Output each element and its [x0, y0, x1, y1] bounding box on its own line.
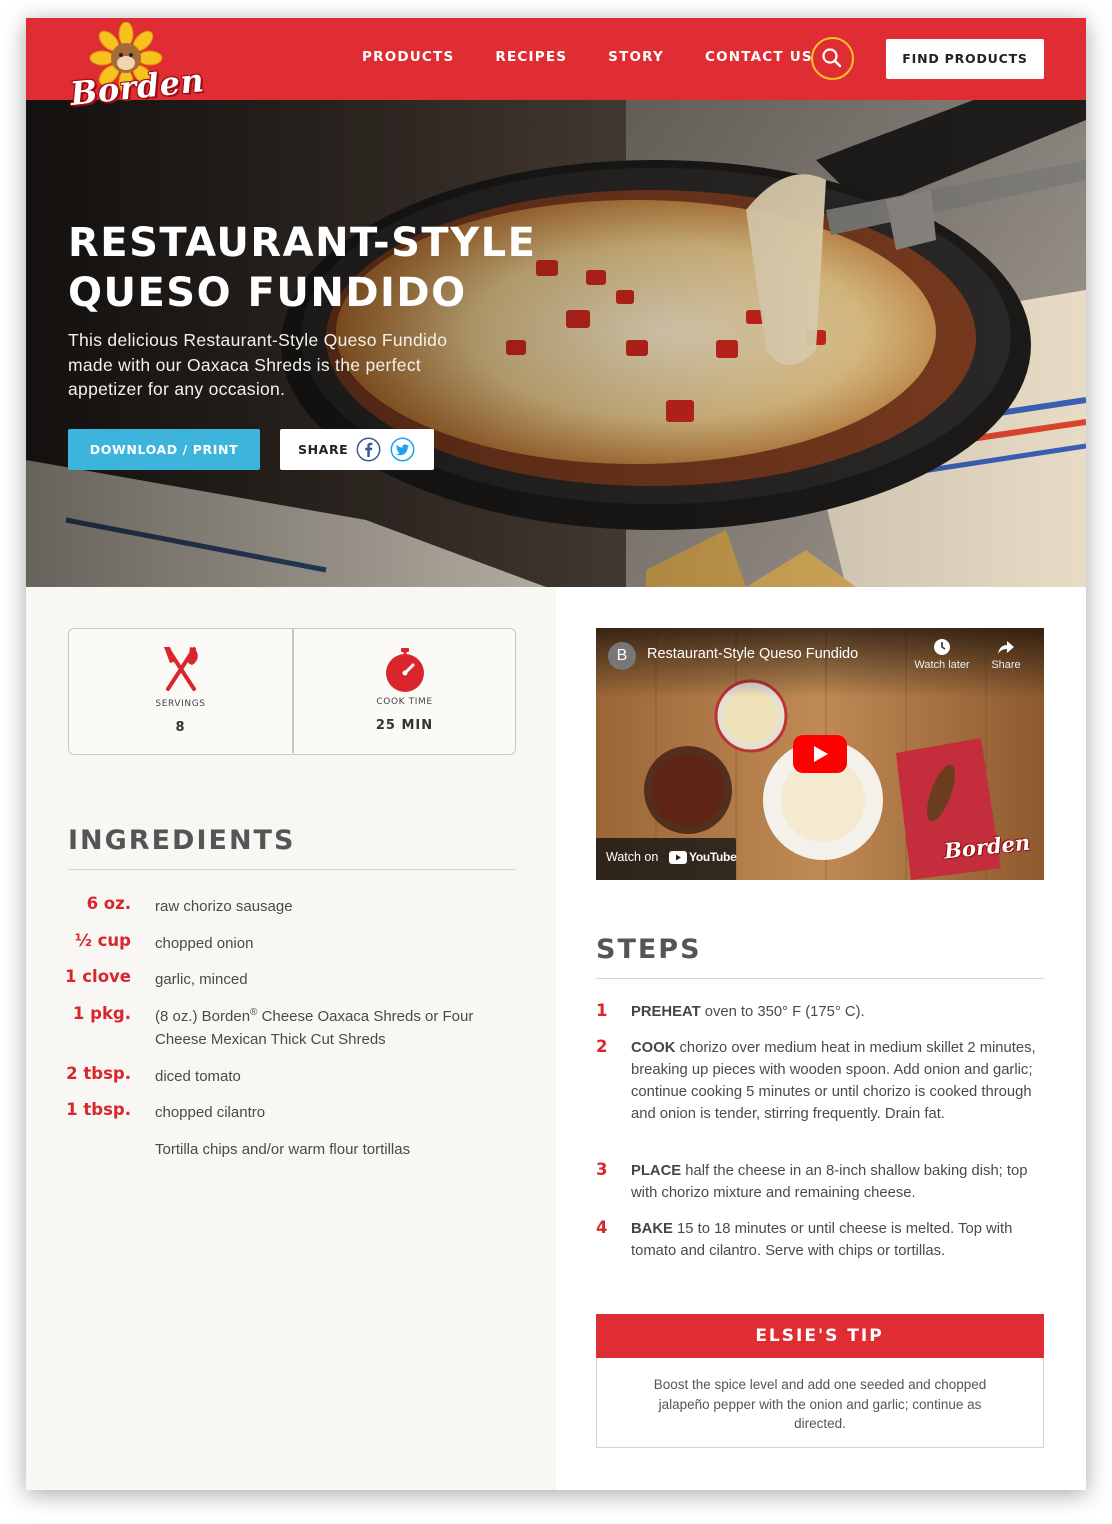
tip-text: Boost the spice level and add one seeded… [653, 1377, 987, 1431]
recipe-stats-card: SERVINGS 8 COOK TIME 25 MIN [68, 628, 516, 755]
find-products-button[interactable]: FIND PRODUCTS [886, 39, 1044, 79]
step-lead: BAKE [631, 1221, 673, 1237]
youtube-logo-icon [669, 851, 687, 864]
search-button[interactable] [811, 37, 854, 80]
steps-divider [596, 978, 1044, 979]
ingredient-qty: 6 oz. [86, 894, 131, 913]
step-body: oven to 350° F (175° C). [700, 1004, 865, 1020]
step-number: 1 [596, 1001, 608, 1020]
youtube-play-button[interactable] [793, 735, 847, 773]
top-nav: Borden PRODUCTS RECIPES STORY CONTACT US… [26, 18, 1086, 113]
cook-time-value: 25 MIN [375, 718, 434, 733]
servings-value: 8 [175, 720, 186, 735]
twitter-icon[interactable] [390, 437, 415, 462]
ingredient-qty: 1 clove [65, 967, 131, 986]
ingredient-name: garlic, minced [155, 971, 248, 988]
left-column: SERVINGS 8 COOK TIME 25 MIN INGREDIENTS … [26, 587, 556, 1490]
youtube-video-embed[interactable]: B Restaurant-Style Queso Fundido Watch l… [596, 628, 1044, 880]
ingredient-name: chopped onion [155, 935, 254, 952]
nav-products[interactable]: PRODUCTS [362, 49, 454, 65]
borden-logo[interactable]: Borden [68, 21, 228, 117]
video-share-label: Share [991, 659, 1021, 671]
step-text: PLACE half the cheese in an 8-inch shall… [631, 1160, 1045, 1204]
nav-story[interactable]: STORY [608, 49, 664, 65]
ingredients-heading: INGREDIENTS [68, 825, 296, 856]
ingredient-name-prefix: (8 oz.) Borden [155, 1008, 251, 1025]
step-body: 15 to 18 minutes or until cheese is melt… [631, 1221, 1013, 1259]
step-body: half the cheese in an 8-inch shallow bak… [631, 1163, 1028, 1201]
watch-on-youtube-button[interactable]: Watch on YouTube [596, 838, 737, 880]
step-lead: COOK [631, 1040, 676, 1056]
recipe-title: RESTAURANT-STYLE QUESO FUNDIDO [68, 218, 588, 318]
step-text: BAKE 15 to 18 minutes or until cheese is… [631, 1218, 1045, 1262]
share-arrow-icon [998, 641, 1014, 654]
ingredient-name: (8 oz.) Borden® Cheese Oaxaca Shreds or … [155, 1005, 495, 1051]
clock-icon [934, 639, 950, 655]
step-lead: PLACE [631, 1163, 682, 1179]
step-text: COOK chorizo over medium heat in medium … [631, 1037, 1045, 1125]
share-box: SHARE [280, 429, 434, 470]
ingredient-qty: ½ cup [74, 931, 131, 950]
nav-recipes[interactable]: RECIPES [495, 49, 567, 65]
step-number: 3 [596, 1160, 608, 1179]
cook-time-label: COOK TIME [376, 697, 433, 707]
ingredient-name: Tortilla chips and/or warm flour tortill… [155, 1141, 411, 1158]
step-number: 4 [596, 1218, 608, 1237]
elsies-tip-box: ELSIE'S TIP Boost the spice level and ad… [595, 1313, 1044, 1448]
cook-time-stat: COOK TIME 25 MIN [293, 629, 516, 753]
youtube-wordmark: YouTube [689, 850, 737, 864]
right-column: B Restaurant-Style Queso Fundido Watch l… [556, 587, 1086, 1490]
recipe-title-line-1: RESTAURANT-STYLE [68, 220, 537, 266]
main-menu: PRODUCTS RECIPES STORY CONTACT US [362, 49, 813, 65]
video-share-button[interactable]: Share [986, 638, 1026, 671]
tip-heading: ELSIE'S TIP [595, 1313, 1044, 1358]
ingredient-name: diced tomato [155, 1068, 241, 1085]
ingredient-qty: 2 tbsp. [66, 1064, 131, 1083]
watch-on-label: Watch on [606, 850, 659, 864]
stopwatch-icon [386, 648, 424, 692]
hero-banner: RESTAURANT-STYLE QUESO FUNDIDO This deli… [26, 100, 1086, 587]
ingredient-qty: 1 tbsp. [66, 1100, 131, 1119]
ingredient-qty: 1 pkg. [72, 1004, 131, 1023]
watch-later-label: Watch later [914, 659, 970, 671]
step-lead: PREHEAT [631, 1004, 701, 1020]
search-icon [822, 48, 842, 68]
play-icon [814, 746, 828, 762]
servings-stat: SERVINGS 8 [69, 629, 292, 753]
step-number: 2 [596, 1037, 608, 1056]
step-text: PREHEAT oven to 350° F (175° C). [631, 1001, 1045, 1023]
share-label: SHARE [298, 442, 349, 457]
page-frame: Borden PRODUCTS RECIPES STORY CONTACT US… [26, 18, 1086, 1490]
video-title[interactable]: Restaurant-Style Queso Fundido [647, 646, 858, 662]
ingredient-name: raw chorizo sausage [155, 898, 293, 915]
download-print-button[interactable]: DOWNLOAD / PRINT [68, 429, 260, 470]
ingredient-name: chopped cilantro [155, 1104, 266, 1121]
nav-contact-us[interactable]: CONTACT US [705, 49, 813, 65]
servings-label: SERVINGS [155, 699, 206, 709]
fork-knife-icon [164, 647, 198, 691]
facebook-icon[interactable] [356, 437, 381, 462]
recipe-description: This delicious Restaurant-Style Queso Fu… [68, 330, 448, 399]
steps-heading: STEPS [596, 934, 702, 965]
ingredients-divider [68, 869, 516, 870]
channel-avatar[interactable]: B [608, 642, 636, 670]
recipe-title-line-2: QUESO FUNDIDO [68, 270, 467, 316]
step-body: chorizo over medium heat in medium skill… [631, 1040, 1036, 1122]
watch-later-button[interactable]: Watch later [912, 638, 972, 671]
